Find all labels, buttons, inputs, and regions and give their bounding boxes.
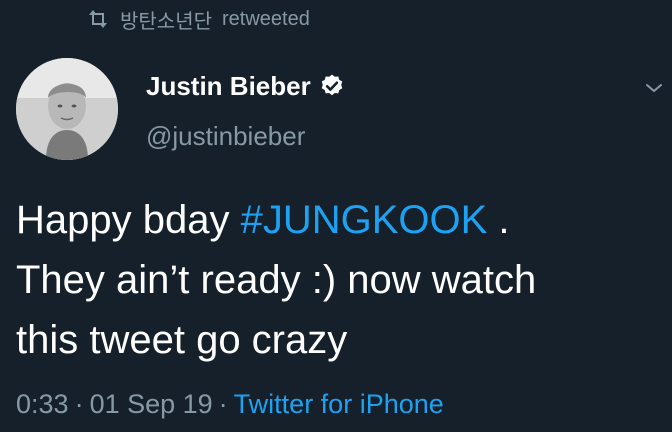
retweeter-name[interactable]: 방탄소년단 (120, 5, 212, 34)
tweet-text-segment: Happy bday (16, 198, 241, 242)
retweet-icon (86, 7, 110, 31)
hashtag-link[interactable]: #JUNGKOOK (241, 198, 488, 242)
tweet-date[interactable]: 01 Sep 19 (90, 389, 213, 419)
author-name[interactable]: Justin Bieber (146, 71, 311, 102)
tweet-source-link[interactable]: Twitter for iPhone (234, 389, 444, 419)
verified-badge-icon (319, 73, 345, 99)
tweet-time[interactable]: 0:33 (16, 389, 69, 419)
tweet-card: 방탄소년단 retweeted Justin Bieber @justinbie (0, 0, 672, 432)
author-header: Justin Bieber (146, 68, 345, 104)
tweet-metadata: 0:33 · 01 Sep 19 · Twitter for iPhone (16, 384, 444, 424)
tweet-line: this tweet go crazy (16, 318, 348, 362)
retweet-context: 방탄소년단 retweeted (86, 4, 310, 34)
author-handle[interactable]: @justinbieber (146, 118, 305, 154)
tweet-text-segment: . (487, 198, 510, 242)
retweet-label: retweeted (222, 7, 310, 30)
author-avatar[interactable] (16, 58, 118, 160)
separator: · (74, 389, 84, 419)
separator: · (218, 389, 228, 419)
tweet-body: Happy bday #JUNGKOOK . They ain’t ready … (16, 190, 661, 370)
tweet-line: They ain’t ready :) now watch (16, 258, 537, 302)
tweet-line: Happy bday #JUNGKOOK . (16, 190, 661, 250)
chevron-down-icon[interactable] (642, 76, 666, 100)
